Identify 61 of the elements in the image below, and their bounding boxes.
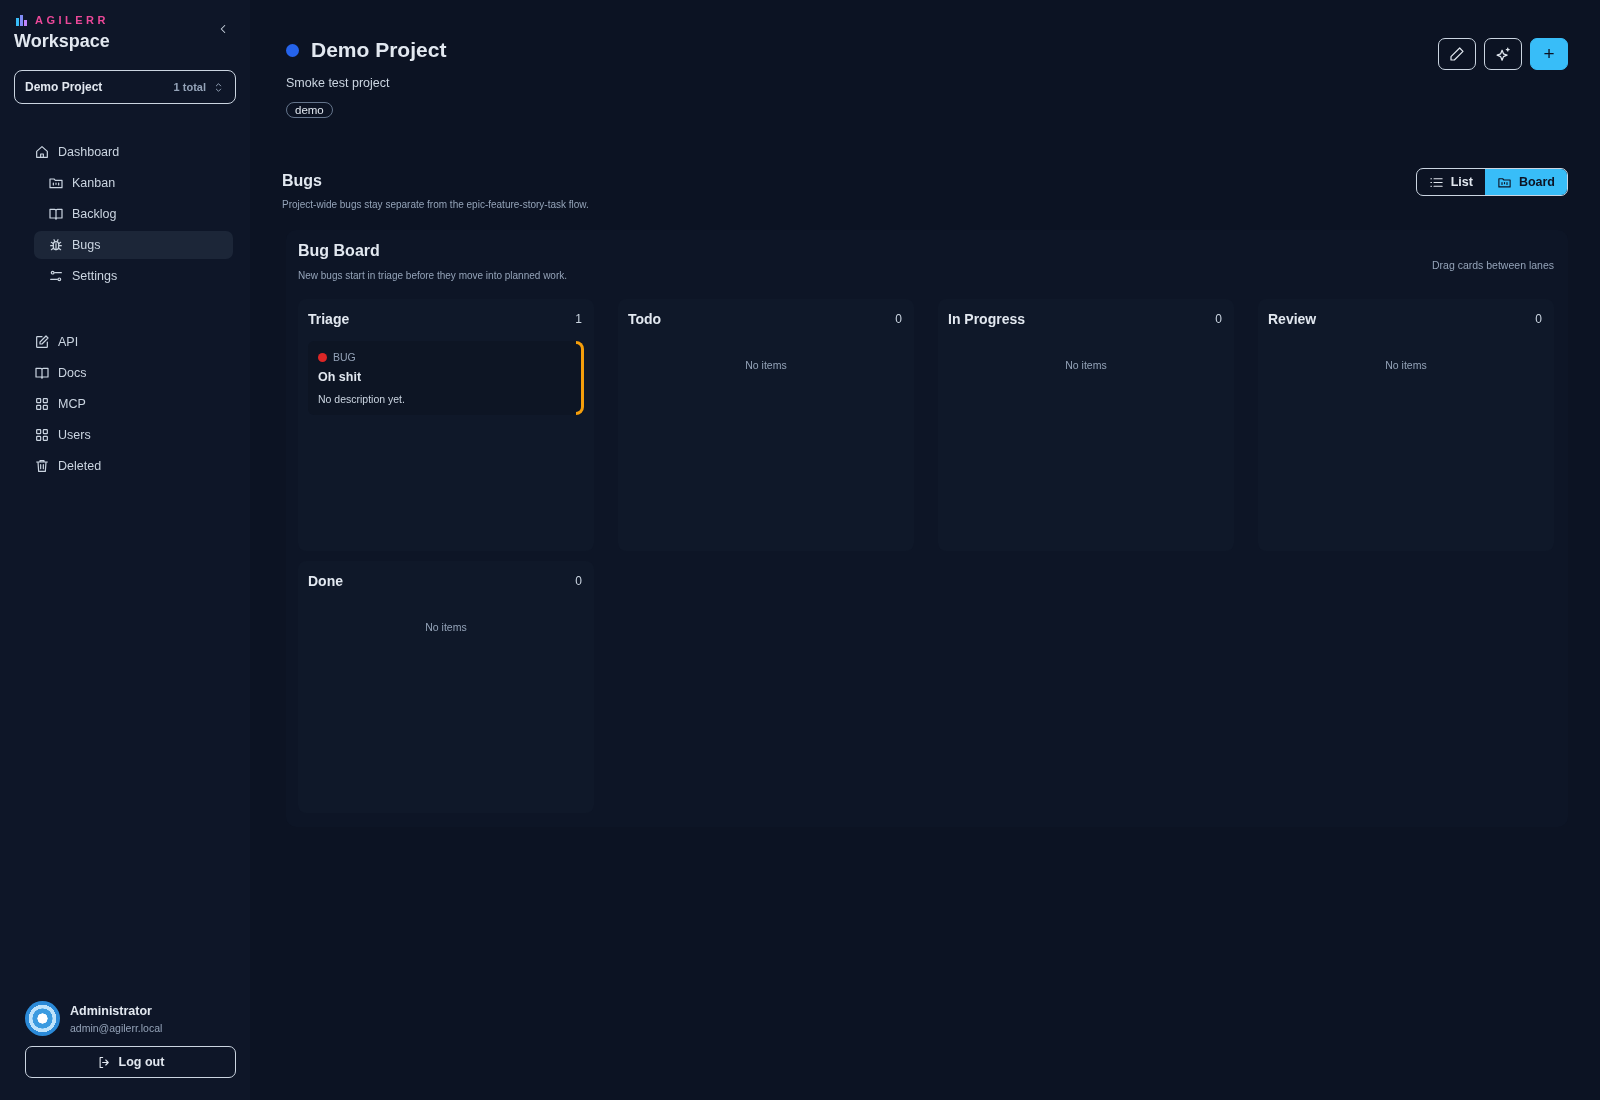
edit-icon [34, 334, 50, 350]
nav-item[interactable]: MCP [34, 390, 233, 418]
lane-title: Done [308, 573, 343, 589]
board-title: Bug Board [298, 242, 381, 260]
book-icon [34, 365, 50, 381]
avatar [25, 1001, 60, 1036]
board-hint: Drag cards between lanes [1432, 259, 1554, 271]
lane-title: In Progress [948, 311, 1026, 327]
card-title: Oh shit [318, 370, 363, 384]
lane-count: 0 [1535, 312, 1542, 326]
grid-icon [34, 396, 50, 412]
add-button[interactable]: + [1530, 38, 1568, 70]
lane-count: 0 [1215, 312, 1222, 326]
project-description: Smoke test project [286, 76, 391, 90]
lane-count: 0 [575, 574, 582, 588]
pencil-icon [1449, 46, 1465, 62]
workspace-title: Workspace [14, 31, 110, 52]
board-subtitle: New bugs start in triage before they move into planned work. [298, 270, 568, 281]
view-toggle[interactable]: Board [1484, 169, 1567, 195]
lane-title: Todo [628, 311, 662, 327]
trash-icon [34, 458, 50, 474]
user-name: Administrator [70, 1003, 153, 1018]
grid-icon [34, 427, 50, 443]
empty-message: No items [424, 621, 468, 633]
empty-message: No items [744, 359, 788, 371]
nav-item[interactable]: Users [34, 421, 233, 449]
empty-message: No items [1384, 359, 1428, 371]
user-email: admin@agilerr.local [70, 1021, 163, 1034]
view-toggle[interactable]: List [1416, 169, 1485, 195]
logout-icon [96, 1054, 112, 1070]
home-icon [34, 144, 50, 160]
section-title: Bugs [282, 172, 323, 190]
project-title: Demo Project [311, 38, 447, 62]
brand-name: AGILERR [35, 14, 109, 26]
logout-button[interactable]: Log out [25, 1046, 236, 1078]
card-description: No description yet. [318, 393, 406, 405]
project-picker[interactable]: Demo Project 1 total [14, 70, 236, 104]
bug-icon [48, 237, 64, 253]
nav-item[interactable]: Kanban [34, 169, 233, 197]
lane-count: 0 [895, 312, 902, 326]
section-subtitle: Project-wide bugs stay separate from the epic-feature-story-task flow. [282, 199, 589, 210]
card-type: BUG [333, 351, 356, 363]
sparkle-icon [1494, 45, 1512, 63]
nav-item[interactable]: Deleted [34, 452, 233, 480]
lane-title: Review [1268, 311, 1317, 327]
bug-card[interactable]: BUG Oh shit No description yet. [308, 341, 584, 415]
nav-item[interactable]: Settings [34, 262, 233, 290]
ai-button[interactable] [1484, 38, 1522, 70]
folder-icon [48, 175, 64, 191]
nav-item[interactable]: API [34, 328, 233, 356]
nav-item[interactable]: Bugs [34, 231, 233, 259]
lane-count: 1 [575, 312, 582, 326]
lane-title: Triage [308, 311, 350, 327]
edit-button[interactable] [1438, 38, 1476, 70]
nav-item[interactable]: Docs [34, 359, 233, 387]
sliders-icon [48, 268, 64, 284]
nav-item[interactable]: Backlog [34, 200, 233, 228]
empty-message: No items [1064, 359, 1108, 371]
bar-chart-icon [16, 14, 27, 26]
book-icon [48, 206, 64, 222]
nav-item[interactable]: Dashboard [34, 138, 233, 166]
